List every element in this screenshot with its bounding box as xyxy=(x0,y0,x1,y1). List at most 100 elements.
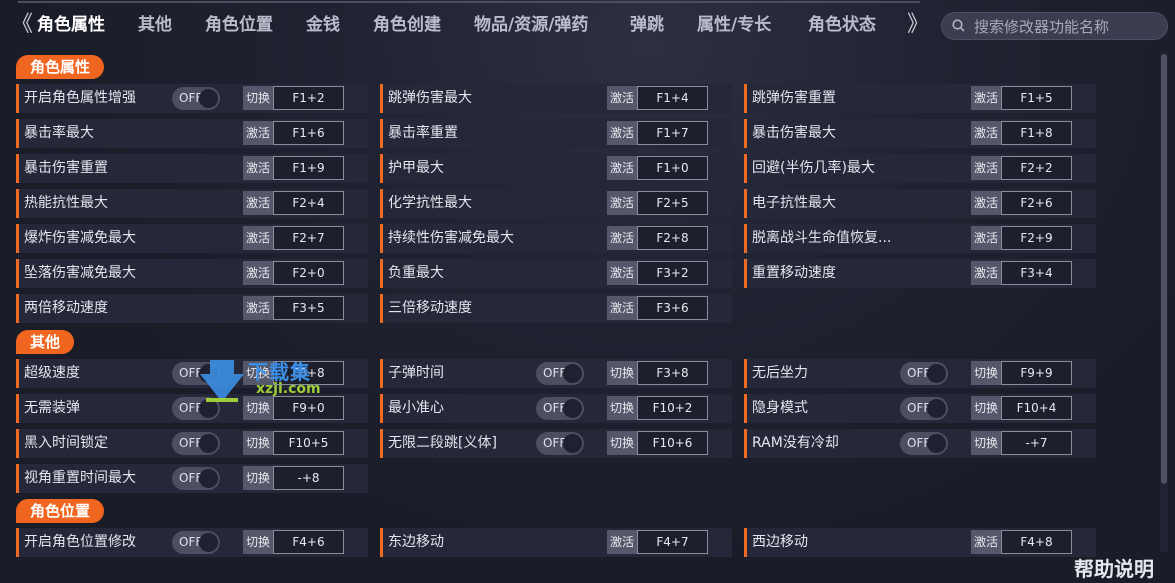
hotkey-field[interactable]: F3+8 xyxy=(637,361,708,385)
hotkey-field[interactable]: F4+8 xyxy=(1001,530,1072,554)
activate-button[interactable]: 激活 xyxy=(243,226,273,250)
hotkey-field[interactable]: F4+7 xyxy=(637,530,708,554)
cheat-label: 暴击伤害最大 xyxy=(752,125,836,141)
toggle-switch[interactable]: OFF xyxy=(172,432,220,455)
scrollbar-thumb[interactable] xyxy=(1161,54,1167,484)
activate-button[interactable]: 激活 xyxy=(607,156,637,180)
hotkey-field[interactable]: F1+7 xyxy=(637,121,708,145)
activate-button[interactable]: 激活 xyxy=(971,191,1001,215)
hotkey-field[interactable]: F10+6 xyxy=(637,431,708,455)
activate-button[interactable]: 激活 xyxy=(607,121,637,145)
tab-4[interactable]: 金钱 xyxy=(306,6,340,44)
hotkey-field[interactable]: F1+8 xyxy=(1001,121,1072,145)
tab-6[interactable]: 物品/资源/弹药 xyxy=(474,6,588,44)
toggle-switch[interactable]: OFF xyxy=(536,397,584,420)
toggle-switch[interactable]: OFF xyxy=(536,432,584,455)
section-header: 角色属性 xyxy=(16,55,105,79)
cheat-item: 三倍移动速度 激活 F3+6 xyxy=(380,294,732,323)
hotkey-field[interactable]: -+7 xyxy=(1001,431,1072,455)
hotkey-field[interactable]: F9+9 xyxy=(1001,361,1072,385)
hotkey-field[interactable]: F2+5 xyxy=(637,191,708,215)
toggle-switch[interactable]: OFF xyxy=(900,362,948,385)
toggle-knob xyxy=(927,364,946,383)
cheat-item: 视角重置时间最大 OFF 切换 -+8 xyxy=(16,464,368,493)
hotkey-field[interactable]: F3+4 xyxy=(1001,261,1072,285)
toggle-switch[interactable]: OFF xyxy=(172,467,220,490)
cheat-label: 持续性伤害减免最大 xyxy=(388,230,514,246)
toggle-knob xyxy=(199,89,218,108)
tab-scroll-right-icon[interactable]: 》 xyxy=(902,12,929,38)
hotkey-field[interactable]: F1+0 xyxy=(637,156,708,180)
hotkey-field[interactable]: F2+8 xyxy=(637,226,708,250)
activate-button[interactable]: 激活 xyxy=(971,226,1001,250)
hotkey-field[interactable]: F2+2 xyxy=(1001,156,1072,180)
cheat-label: 坠落伤害减免最大 xyxy=(24,265,136,281)
activate-button[interactable]: 激活 xyxy=(607,530,637,554)
hotkey-field[interactable]: F1+4 xyxy=(637,86,708,110)
hotkey-field[interactable]: F1+5 xyxy=(1001,86,1072,110)
hotkey-field[interactable]: F2+9 xyxy=(1001,226,1072,250)
activate-button[interactable]: 激活 xyxy=(971,86,1001,110)
hotkey-field[interactable]: F3+2 xyxy=(637,261,708,285)
cheat-item: 爆炸伤害减免最大 激活 F2+7 xyxy=(16,224,368,253)
activate-button[interactable]: 激活 xyxy=(243,296,273,320)
toggle-knob xyxy=(927,434,946,453)
tab-2[interactable]: 其他 xyxy=(138,6,172,44)
hotkey-field[interactable]: F2+0 xyxy=(273,261,344,285)
activate-button[interactable]: 激活 xyxy=(607,191,637,215)
help-button[interactable]: 帮助说明 xyxy=(1074,553,1154,582)
cheat-label: 化学抗性最大 xyxy=(388,195,472,211)
toggle-switch[interactable]: OFF xyxy=(172,87,220,110)
hotkey-field[interactable]: F1+9 xyxy=(273,156,344,180)
toggle-switch[interactable]: OFF xyxy=(900,397,948,420)
tab-9[interactable]: 角色状态 xyxy=(808,6,876,44)
cheat-label: 三倍移动速度 xyxy=(388,300,472,316)
hotkey-field[interactable]: F2+4 xyxy=(273,191,344,215)
tab-7[interactable]: 弹跳 xyxy=(630,6,664,44)
hotkey-field[interactable]: F10+2 xyxy=(637,396,708,420)
activate-button[interactable]: 激活 xyxy=(243,261,273,285)
hotkey-field[interactable]: F10+5 xyxy=(273,431,344,455)
tab-1[interactable]: 角色属性 xyxy=(37,6,105,44)
activate-button[interactable]: 激活 xyxy=(971,121,1001,145)
hotkey-field[interactable]: F1+6 xyxy=(273,121,344,145)
hotkey-field[interactable]: F3+6 xyxy=(637,296,708,320)
tab-3[interactable]: 角色位置 xyxy=(205,6,273,44)
hotkey-field[interactable]: F1+2 xyxy=(273,86,344,110)
toggle-switch[interactable]: OFF xyxy=(536,362,584,385)
tab-scroll-left-icon[interactable]: 《 xyxy=(6,12,33,38)
download-arrow-icon xyxy=(200,360,244,402)
tab-8[interactable]: 属性/专长 xyxy=(697,6,771,44)
activate-button[interactable]: 激活 xyxy=(971,261,1001,285)
activate-button[interactable]: 激活 xyxy=(607,296,637,320)
toggle-mode-label: 切换 xyxy=(607,396,637,420)
activate-button[interactable]: 激活 xyxy=(971,530,1001,554)
toggle-knob xyxy=(563,399,582,418)
toggle-mode-label: 切换 xyxy=(607,361,637,385)
tab-5[interactable]: 角色创建 xyxy=(373,6,441,44)
search-box[interactable] xyxy=(941,12,1168,40)
cheat-item: 跳弹伤害重置 激活 F1+5 xyxy=(744,84,1096,113)
activate-button[interactable]: 激活 xyxy=(971,156,1001,180)
hotkey-field[interactable]: F2+6 xyxy=(1001,191,1072,215)
activate-button[interactable]: 激活 xyxy=(243,156,273,180)
cheat-item: 开启角色属性增强 OFF 切换 F1+2 xyxy=(16,84,368,113)
activate-button[interactable]: 激活 xyxy=(607,86,637,110)
toggle-mode-label: 切换 xyxy=(971,361,1001,385)
activate-button[interactable]: 激活 xyxy=(243,121,273,145)
toggle-switch[interactable]: OFF xyxy=(900,432,948,455)
hotkey-field[interactable]: F3+5 xyxy=(273,296,344,320)
hotkey-field[interactable]: -+8 xyxy=(273,466,344,490)
hotkey-field[interactable]: F4+6 xyxy=(273,530,344,554)
watermark-url: xzji.com xyxy=(256,381,321,397)
cheat-label: 电子抗性最大 xyxy=(752,195,836,211)
activate-button[interactable]: 激活 xyxy=(607,261,637,285)
activate-button[interactable]: 激活 xyxy=(607,226,637,250)
hotkey-field[interactable]: F10+4 xyxy=(1001,396,1072,420)
toggle-switch[interactable]: OFF xyxy=(172,531,220,554)
search-input[interactable] xyxy=(972,16,1166,38)
activate-button[interactable]: 激活 xyxy=(243,191,273,215)
hotkey-field[interactable]: F2+7 xyxy=(273,226,344,250)
cheat-item: 无限二段跳[义体] OFF 切换 F10+6 xyxy=(380,429,732,458)
cheat-label: 西边移动 xyxy=(752,534,808,550)
